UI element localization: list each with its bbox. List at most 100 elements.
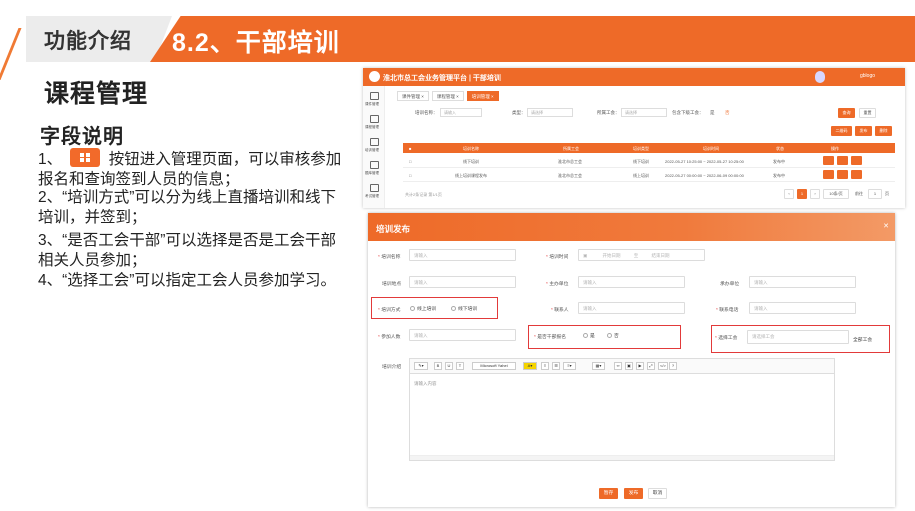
- exam-icon: [369, 184, 379, 192]
- section-label: 功能介绍: [44, 30, 132, 53]
- link-icon[interactable]: ∞: [614, 362, 622, 370]
- page-size-select[interactable]: 10条/页: [823, 189, 849, 199]
- name-label: * 培训名称: [378, 255, 401, 260]
- grid-manage-button[interactable]: [851, 170, 862, 179]
- filter-name-input[interactable]: 请输入: [440, 108, 482, 117]
- next-page-button[interactable]: ›: [810, 189, 820, 199]
- filter-type-select[interactable]: 请选择: [527, 108, 573, 117]
- align-select[interactable]: ≡▾: [563, 362, 576, 370]
- help-icon[interactable]: ?: [669, 362, 677, 370]
- filter-sub-yes[interactable]: 是: [710, 110, 715, 116]
- delete-button[interactable]: 删除: [875, 126, 892, 136]
- row-checkbox[interactable]: □: [409, 173, 411, 178]
- filter-union-select[interactable]: 请选择: [621, 108, 667, 117]
- mode-online-radio[interactable]: 线上培训: [410, 305, 436, 312]
- mode-offline-radio[interactable]: 线下培训: [451, 305, 477, 312]
- image-icon[interactable]: ▣: [625, 362, 633, 370]
- table-row[interactable]: □ 线下培训 淮北市总工会 线下培训 2022-05-27 10:25:00 ~…: [403, 154, 895, 168]
- sidebar-item-question-bank[interactable]: 题库管理: [365, 161, 380, 176]
- table-header: ■ 培训名称 所属工会 培训类型 培训时间 状态 操作: [403, 143, 895, 153]
- fullscreen-icon[interactable]: ⤢: [647, 362, 655, 370]
- description-item-3: 3、“是否工会干部”可以选择是否是工会干部相关人员参加；: [38, 232, 336, 269]
- sidebar-item-training[interactable]: 培训管理: [365, 138, 380, 153]
- description-item-4: 4、“选择工会”可以指定工会人员参加学习。: [38, 272, 336, 289]
- qrcode-button[interactable]: 二维码: [831, 126, 852, 136]
- organizer-input[interactable]: 请输入: [749, 276, 856, 288]
- app-logo-icon: [369, 71, 380, 82]
- underline-button[interactable]: U: [445, 362, 453, 370]
- prev-page-button[interactable]: ‹: [784, 189, 794, 199]
- cadre-yes-radio[interactable]: 是: [583, 332, 595, 339]
- search-button[interactable]: 查询: [838, 108, 855, 118]
- time-label: * 培训时间: [546, 255, 569, 260]
- count-label: * 参加人数: [378, 335, 401, 340]
- publish-submit-button[interactable]: 发布: [624, 488, 643, 499]
- phone-label: * 联系电话: [716, 308, 739, 313]
- host-input[interactable]: 请输入: [578, 276, 685, 288]
- view-row-button[interactable]: [823, 170, 834, 179]
- cadre-no-radio[interactable]: 否: [607, 332, 619, 339]
- publish-button[interactable]: 发布: [855, 126, 872, 136]
- avatar[interactable]: [815, 71, 825, 83]
- user-name[interactable]: gblogo: [860, 73, 875, 79]
- page-current[interactable]: 1: [797, 189, 807, 199]
- place-input[interactable]: 请输入: [409, 276, 516, 288]
- course-icon: [369, 115, 379, 123]
- phone-input[interactable]: 请输入: [749, 302, 856, 314]
- editor-resize-handle[interactable]: [410, 455, 834, 460]
- font-family-select[interactable]: Microsoft Yahei: [472, 362, 516, 370]
- name-input[interactable]: 请输入: [409, 249, 516, 261]
- union-select[interactable]: 请选择工会: [747, 330, 849, 344]
- col-status: 状态: [776, 146, 784, 151]
- item-1-number: 1、: [38, 151, 63, 168]
- row-checkbox[interactable]: □: [409, 159, 411, 164]
- section-title: 8.2、干部培训: [172, 29, 340, 57]
- tab-bar: 课件管理 × 课程管理 × 培训管理 ×: [397, 91, 499, 101]
- filter-union-label: 所属工会：: [597, 110, 620, 115]
- cancel-button[interactable]: 取消: [648, 488, 667, 499]
- grid-manage-button[interactable]: [851, 156, 862, 165]
- list-ordered-button[interactable]: ≡: [541, 362, 549, 370]
- clear-format-button[interactable]: T: [456, 362, 464, 370]
- tab-course[interactable]: 课程管理 ×: [431, 91, 464, 101]
- reset-button[interactable]: 重置: [859, 108, 876, 118]
- mode-label: * 培训方式: [378, 308, 401, 313]
- code-view-icon[interactable]: </>: [658, 362, 668, 370]
- brush-icon[interactable]: ✎▾: [414, 362, 428, 370]
- training-icon: [369, 138, 379, 146]
- view-row-button[interactable]: [823, 156, 834, 165]
- filter-sub-no[interactable]: 否: [725, 110, 730, 116]
- bold-button[interactable]: B: [434, 362, 442, 370]
- text-color-button[interactable]: A▾: [523, 362, 537, 370]
- intro-label: 培训介绍: [382, 365, 402, 370]
- list-unordered-button[interactable]: ☰: [552, 362, 560, 370]
- section-title-bar: 8.2、干部培训: [150, 16, 915, 62]
- close-icon[interactable]: ✕: [883, 222, 889, 230]
- training-list-screenshot: 淮北市总工会业务管理平台 | 干部培训 gblogo 课件管理 课程管理 培训管…: [363, 68, 905, 208]
- table-button[interactable]: ▦▾: [592, 362, 605, 370]
- goto-label: 前往: [855, 191, 863, 196]
- save-draft-button[interactable]: 暂存: [599, 488, 618, 499]
- all-union-checkbox[interactable]: 全部工会: [853, 336, 872, 343]
- time-range-picker[interactable]: ▣ 开始日期 至 结束日期: [578, 249, 705, 261]
- filter-sub-label: 包含下级工会：: [672, 110, 704, 115]
- sidebar-item-exam[interactable]: 考试管理: [365, 184, 380, 199]
- table-footer-count: 共计2条记录 第1/1页: [405, 192, 442, 197]
- rich-text-editor[interactable]: ✎▾ B U T Microsoft Yahei A▾ ≡ ☰ ≡▾ ▦▾ ∞ …: [409, 358, 835, 461]
- video-icon[interactable]: ▶: [636, 362, 644, 370]
- contact-input[interactable]: 请输入: [578, 302, 685, 314]
- cadre-label: * 是否干部报名: [534, 335, 566, 340]
- select-all-checkbox[interactable]: ■: [409, 146, 411, 151]
- tab-courseware[interactable]: 课件管理 ×: [397, 91, 429, 101]
- description-item-1: 1、 按钮进入管理页面，可以审核参加报名和查询签到人员的信息；: [38, 148, 344, 190]
- edit-row-button[interactable]: [837, 156, 848, 165]
- sidebar-item-courseware[interactable]: 课件管理: [365, 92, 380, 107]
- col-type: 培训类型: [633, 146, 649, 151]
- sidebar-item-course[interactable]: 课程管理: [365, 115, 380, 130]
- tab-training[interactable]: 培训管理 ×: [466, 91, 499, 101]
- edit-row-button[interactable]: [837, 170, 848, 179]
- goto-page-input[interactable]: 1: [868, 189, 882, 199]
- organizer-label: 承办单位: [720, 282, 740, 287]
- count-input[interactable]: 请输入: [409, 329, 516, 341]
- table-row[interactable]: □ 线上培训课程发布 淮北市总工会 线上培训 2022-05-27 00:00:…: [403, 168, 895, 182]
